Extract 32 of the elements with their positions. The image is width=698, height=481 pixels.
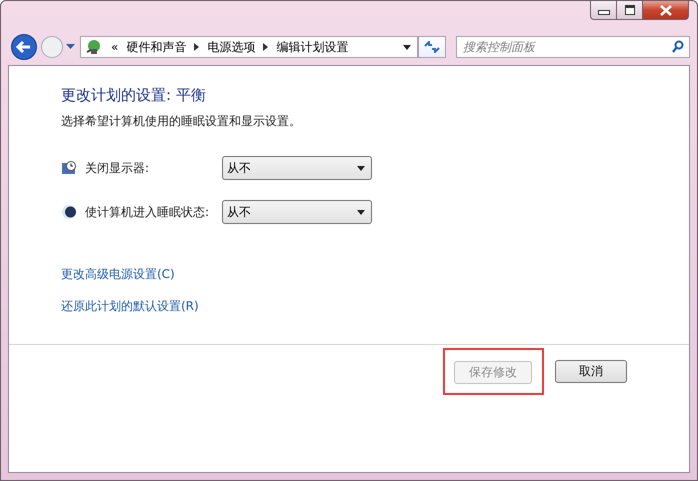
power-plug-icon — [85, 38, 103, 56]
search-field[interactable]: 搜索控制面板 — [456, 36, 690, 58]
close-icon[interactable] — [658, 4, 672, 16]
link[interactable]: 还原此计划的默认设置(R) — [61, 298, 199, 315]
dropdown-arrow-icon[interactable] — [357, 210, 365, 214]
page-heading: 更改计划的设置: 平衡 — [61, 86, 207, 105]
dropdown[interactable]: 从不 — [222, 156, 372, 180]
page-description: 选择希望计算机使用的睡眠设置和显示设置。 — [61, 113, 302, 130]
chevron-icon[interactable] — [263, 43, 268, 51]
setting-label: 使计算机进入睡眠状态: — [85, 204, 210, 220]
cancel-button[interactable]: 取消 — [555, 360, 627, 383]
minimize-button[interactable] — [590, 1, 617, 20]
monitor-clock-icon — [61, 160, 77, 176]
address-bar[interactable]: « 硬件和声音 电源选项 编辑计划设置 — [80, 36, 418, 58]
close-button[interactable] — [643, 1, 689, 20]
search-icon[interactable] — [672, 40, 684, 53]
dropdown-arrow-icon[interactable] — [403, 44, 411, 50]
link[interactable]: 更改高级电源设置(C) — [61, 266, 175, 283]
setting-label: 关闭显示器: — [85, 160, 150, 176]
maximize-button[interactable] — [617, 1, 643, 20]
breadcrumb-item[interactable]: 硬件和声音 — [126, 38, 186, 56]
dropdown-arrow-icon[interactable] — [357, 166, 365, 170]
dropdown[interactable]: 从不 — [222, 200, 372, 224]
moon-icon — [61, 204, 77, 220]
breadcrumb-overflow[interactable]: « — [111, 40, 118, 54]
back-button[interactable] — [10, 33, 38, 61]
history-dropdown-icon[interactable] — [66, 44, 75, 50]
chevron-icon[interactable] — [194, 43, 200, 51]
breadcrumb-item[interactable]: 电源选项 — [207, 38, 256, 56]
refresh-icon[interactable] — [424, 41, 440, 53]
breadcrumb-item[interactable]: 编辑计划设置 — [276, 38, 348, 56]
refresh-button[interactable] — [418, 36, 446, 58]
